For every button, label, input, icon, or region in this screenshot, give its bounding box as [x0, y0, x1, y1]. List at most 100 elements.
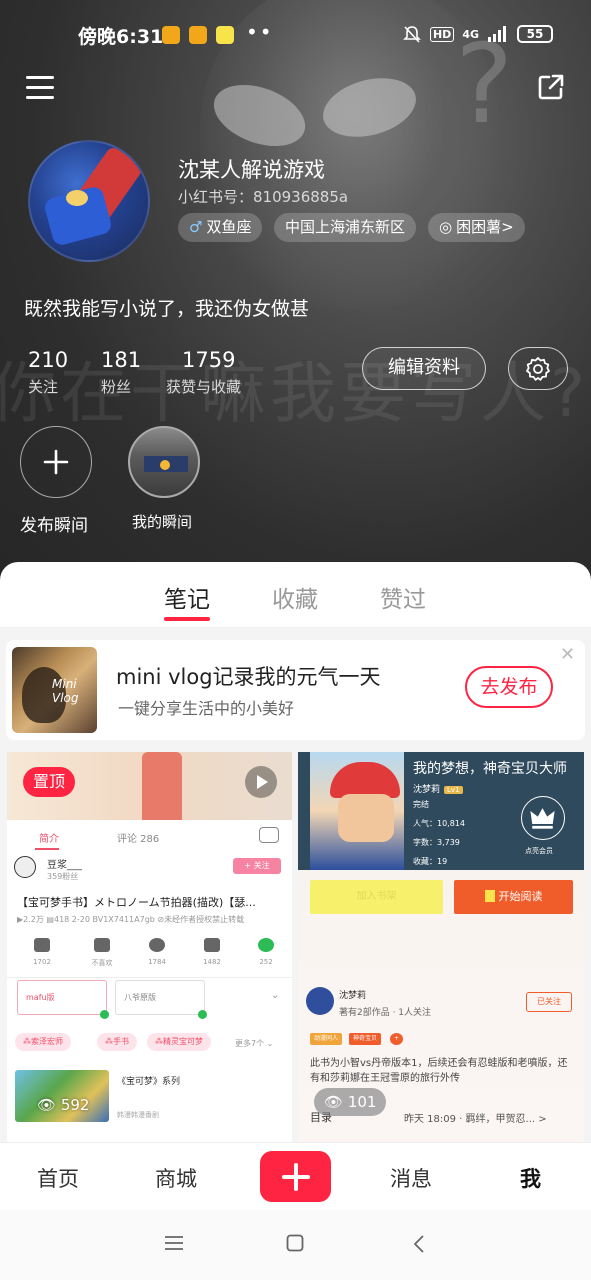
home-icon[interactable]: [286, 1234, 304, 1252]
stat-likes-collections[interactable]: 1759 获赞与收藏: [166, 348, 241, 397]
like-action: 1702: [25, 938, 59, 966]
tab-bar: 笔记 收藏 赞过: [0, 562, 591, 628]
tag-pill: ⁂索泽宏师: [15, 1033, 71, 1051]
chevron-down-icon: ⌄: [271, 990, 280, 1001]
menu-icon[interactable]: [26, 76, 54, 100]
my-moment-thumbnail[interactable]: [128, 426, 200, 498]
status-right-group: HD 4G 55: [402, 24, 553, 44]
share-icon[interactable]: [536, 72, 566, 102]
version-box-original: 八爷原版: [115, 980, 205, 1015]
uploader-avatar: [14, 856, 36, 878]
followed-badge: 已关注: [526, 992, 572, 1012]
publish-moment-label: 发布瞬间: [20, 516, 88, 536]
note-card-novel[interactable]: 我的梦想，神奇宝贝大师 沈梦莉 Lv1 完结 人气：10,814 字数：3,739…: [298, 752, 584, 1144]
stat-followers[interactable]: 181 粉丝: [101, 348, 141, 397]
crown-icon: [521, 796, 565, 840]
author-avatar: [306, 987, 334, 1015]
video-tabs: 简介 评论 286: [7, 824, 292, 850]
star-icon: [204, 938, 220, 952]
bottom-navigation: 首页 商城 消息 我: [0, 1142, 591, 1210]
nav-messages[interactable]: 消息: [390, 1163, 432, 1193]
novel-status: 完结: [413, 800, 429, 809]
content-sheet: 笔记 收藏 赞过 Mini Vlog mini vlog记录我的元气一天 一键分…: [0, 562, 591, 1144]
add-to-shelf-button: 加入书架: [310, 880, 443, 914]
coin-icon: [149, 938, 165, 952]
stat-following[interactable]: 210 关注: [28, 348, 68, 397]
tab-notes[interactable]: 笔记: [164, 580, 210, 614]
back-icon[interactable]: [412, 1234, 426, 1254]
plus-icon: [43, 449, 69, 475]
thumbs-up-icon: [34, 938, 50, 952]
genre-chip: 神奇宝贝: [349, 1033, 382, 1045]
novel-popularity: 人气：10,814: [413, 819, 465, 828]
tag-zodiac[interactable]: ♂ 双鱼座: [178, 213, 263, 242]
mute-bell-icon: [403, 26, 421, 43]
status-bar: 傍晚6:31 •• HD 4G 55: [0, 18, 591, 50]
tv-icon: [259, 827, 279, 843]
create-post-button[interactable]: [260, 1151, 331, 1202]
video-actions: 1702 不喜欢 1784 1482 252: [17, 938, 279, 974]
start-reading-button: 开始阅读: [454, 880, 573, 914]
promo-banner[interactable]: Mini Vlog mini vlog记录我的元气一天 一键分享生活中的小美好 …: [6, 640, 585, 740]
thumbs-down-icon: [94, 938, 110, 952]
dislike-action: 不喜欢: [85, 938, 119, 968]
intro-tab: 简介: [39, 834, 59, 845]
close-icon[interactable]: ✕: [560, 644, 575, 665]
edit-profile-button[interactable]: 编辑资料: [362, 347, 486, 390]
novel-word-count: 字数：3,739: [413, 838, 460, 847]
nav-home[interactable]: 首页: [37, 1163, 79, 1193]
profile-bio: 既然我能写小说了，我还伪女做甚: [24, 298, 310, 320]
gear-icon: [526, 356, 550, 381]
check-icon: [198, 1010, 207, 1019]
profile-id: 小红书号：810936885a: [178, 188, 349, 206]
background-watermark-text: 你在干嘛我要写人?: [0, 355, 590, 432]
comments-tab: 评论 286: [117, 834, 160, 845]
tag-location[interactable]: 中国上海浦东新区: [274, 213, 417, 242]
nav-mall[interactable]: 商城: [155, 1163, 197, 1193]
tag-badge[interactable]: ◎ 困困薯>: [428, 213, 525, 242]
nav-me[interactable]: 我: [520, 1163, 541, 1193]
battery-icon: 55: [517, 25, 553, 43]
novel-favorites: 收藏：19: [413, 857, 448, 866]
video-meta: ▶2.2万 ▤418 2-20 BV1X7411A7gb ⊘未经作者授权禁止转载: [17, 915, 245, 924]
series-subtitle: 韩漫韩漫番剧: [117, 1111, 159, 1119]
profile-header: ? 你在干嘛我要写人? 傍晚6:31 •• HD 4G 55 沈某人解说游戏 小…: [0, 0, 591, 600]
app-notification-icon: [162, 26, 180, 44]
tag-pill: ⁂手书: [97, 1033, 137, 1051]
eye-icon: 👁︎: [324, 1093, 344, 1111]
plus-icon: [281, 1162, 310, 1191]
pinned-badge: 置顶: [23, 767, 75, 797]
active-tab-indicator: [164, 617, 210, 621]
app-notification-icon: [216, 26, 234, 44]
notes-feed: Mini Vlog mini vlog记录我的元气一天 一键分享生活中的小美好 …: [0, 628, 591, 1144]
publish-moment-button[interactable]: [20, 426, 92, 498]
go-publish-button[interactable]: 去发布: [465, 666, 553, 708]
recents-icon[interactable]: [164, 1234, 184, 1252]
profile-username: 沈某人解说游戏: [178, 158, 325, 182]
wechat-share-action: 252: [249, 938, 283, 966]
more-tags: 更多7个 ⌄: [235, 1039, 274, 1048]
follow-badge: + 关注: [233, 858, 281, 874]
play-icon[interactable]: [245, 766, 277, 798]
level-badge: Lv1: [444, 786, 463, 794]
promo-subtitle: 一键分享生活中的小美好: [118, 699, 295, 718]
promo-image: Mini Vlog: [12, 647, 97, 733]
avatar[interactable]: [28, 140, 150, 262]
video-title: 【宝可梦手书】メトロノーム节拍器(描改)【瑟...: [17, 896, 256, 909]
genre-chip: 动漫同人: [310, 1033, 343, 1045]
favorite-action: 1482: [195, 938, 229, 966]
book-icon: [484, 890, 495, 902]
check-icon: [100, 1010, 109, 1019]
app-notification-icon: [189, 26, 207, 44]
version-box-mafu: mafu版: [17, 980, 107, 1015]
tag-pill: ⁂精灵宝可梦: [147, 1033, 211, 1051]
note-card-pinned[interactable]: 置顶 简介 评论 286 豆浆___ 359粉丝 + 关注 【宝可梦手书】メトロ…: [7, 752, 292, 1144]
hd-badge: HD: [429, 26, 455, 42]
tab-collections[interactable]: 收藏: [272, 580, 318, 614]
author-name: 沈梦莉: [339, 991, 367, 1001]
author-works: 著有2部作品 · 1人关注: [339, 1008, 432, 1018]
pisces-icon: ♂: [189, 218, 203, 236]
settings-button[interactable]: [508, 347, 568, 390]
genre-chip: +: [390, 1033, 404, 1045]
tab-liked[interactable]: 赞过: [380, 580, 426, 614]
